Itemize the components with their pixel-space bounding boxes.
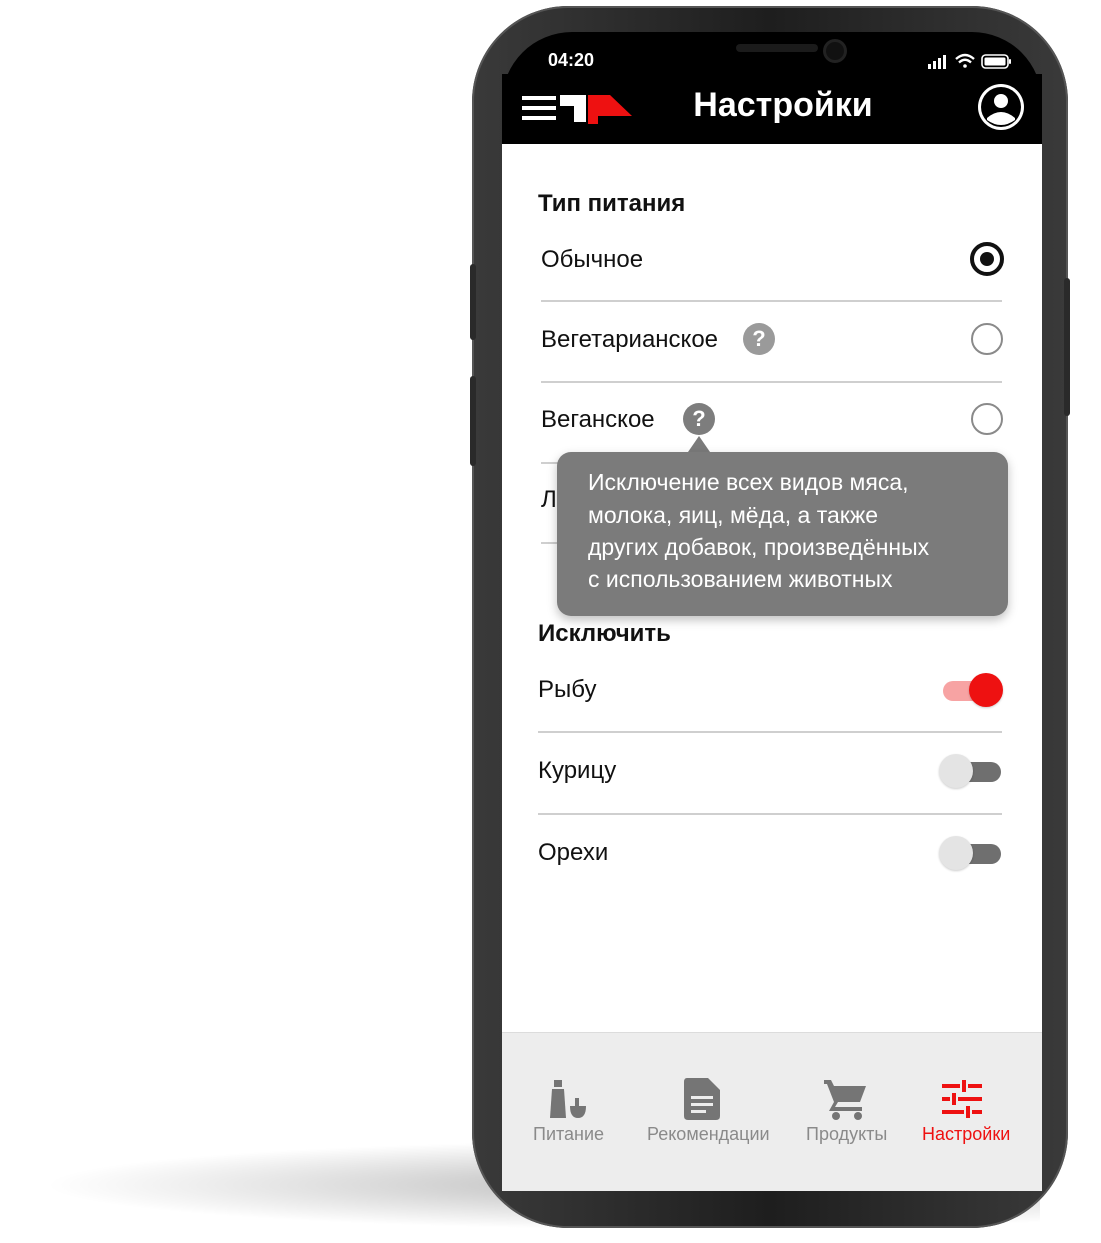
- exclude-section-heading: Исключить: [538, 620, 671, 647]
- battery-icon: [981, 54, 1011, 69]
- help-icon[interactable]: ?: [683, 403, 715, 435]
- chicken-toggle[interactable]: [939, 754, 1003, 788]
- front-camera: [826, 42, 844, 60]
- profile-button[interactable]: [978, 84, 1024, 130]
- exclude-item-label: Рыбу: [538, 676, 597, 703]
- nav-label: Продукты: [806, 1124, 888, 1144]
- radio-vegan[interactable]: [971, 403, 1003, 435]
- nav-label: Настройки: [922, 1124, 1011, 1144]
- tooltip-line: других добавок, произведённых: [588, 534, 930, 560]
- account-icon: [981, 87, 1021, 127]
- status-icons: [928, 53, 1011, 69]
- help-icon[interactable]: ?: [743, 323, 775, 355]
- notch: [628, 32, 914, 72]
- tooltip-line: с использованием животных: [588, 566, 893, 592]
- menu-icon[interactable]: [522, 96, 556, 120]
- app-logo: [560, 95, 632, 124]
- speaker: [736, 44, 818, 52]
- nav-label: Питание: [533, 1124, 605, 1144]
- signal-icon: [928, 55, 946, 69]
- cart-icon: [824, 1080, 866, 1120]
- power-button: [1064, 278, 1070, 416]
- nav-label: Рекомендации: [647, 1124, 770, 1144]
- diet-option-label[interactable]: Вегетарианское: [541, 326, 718, 354]
- volume-down-button: [470, 376, 476, 466]
- volume-up-button: [470, 264, 476, 340]
- divider: [538, 731, 1002, 733]
- divider: [538, 813, 1002, 815]
- tooltip-line: молока, яиц, мёда, а также: [588, 502, 879, 528]
- fish-toggle[interactable]: [941, 673, 1003, 707]
- diet-section-heading: Тип питания: [538, 190, 686, 217]
- diet-option-label[interactable]: Л: [541, 486, 557, 514]
- exclude-item-label: Орехи: [538, 839, 609, 866]
- diet-option-label[interactable]: Веганское: [541, 406, 655, 434]
- tooltip-line: Исключение всех видов мяса,: [588, 469, 909, 495]
- vegan-tooltip: Исключение всех видов мяса, молока, яиц,…: [557, 452, 1008, 616]
- nuts-toggle[interactable]: [939, 836, 1003, 870]
- diet-option-label[interactable]: Обычное: [541, 246, 643, 274]
- tooltip-arrow: [688, 436, 710, 452]
- divider: [541, 381, 1002, 383]
- divider: [541, 300, 1002, 302]
- bottles-icon: [550, 1080, 586, 1118]
- sliders-icon: [942, 1080, 982, 1118]
- wifi-icon: [955, 53, 975, 68]
- page-title: Настройки: [693, 86, 873, 124]
- status-time: 04:20: [548, 50, 595, 70]
- radio-regular-selected[interactable]: [970, 242, 1004, 276]
- radio-vegetarian[interactable]: [971, 323, 1003, 355]
- exclude-item-label: Курицу: [538, 757, 617, 784]
- document-icon: [684, 1078, 720, 1120]
